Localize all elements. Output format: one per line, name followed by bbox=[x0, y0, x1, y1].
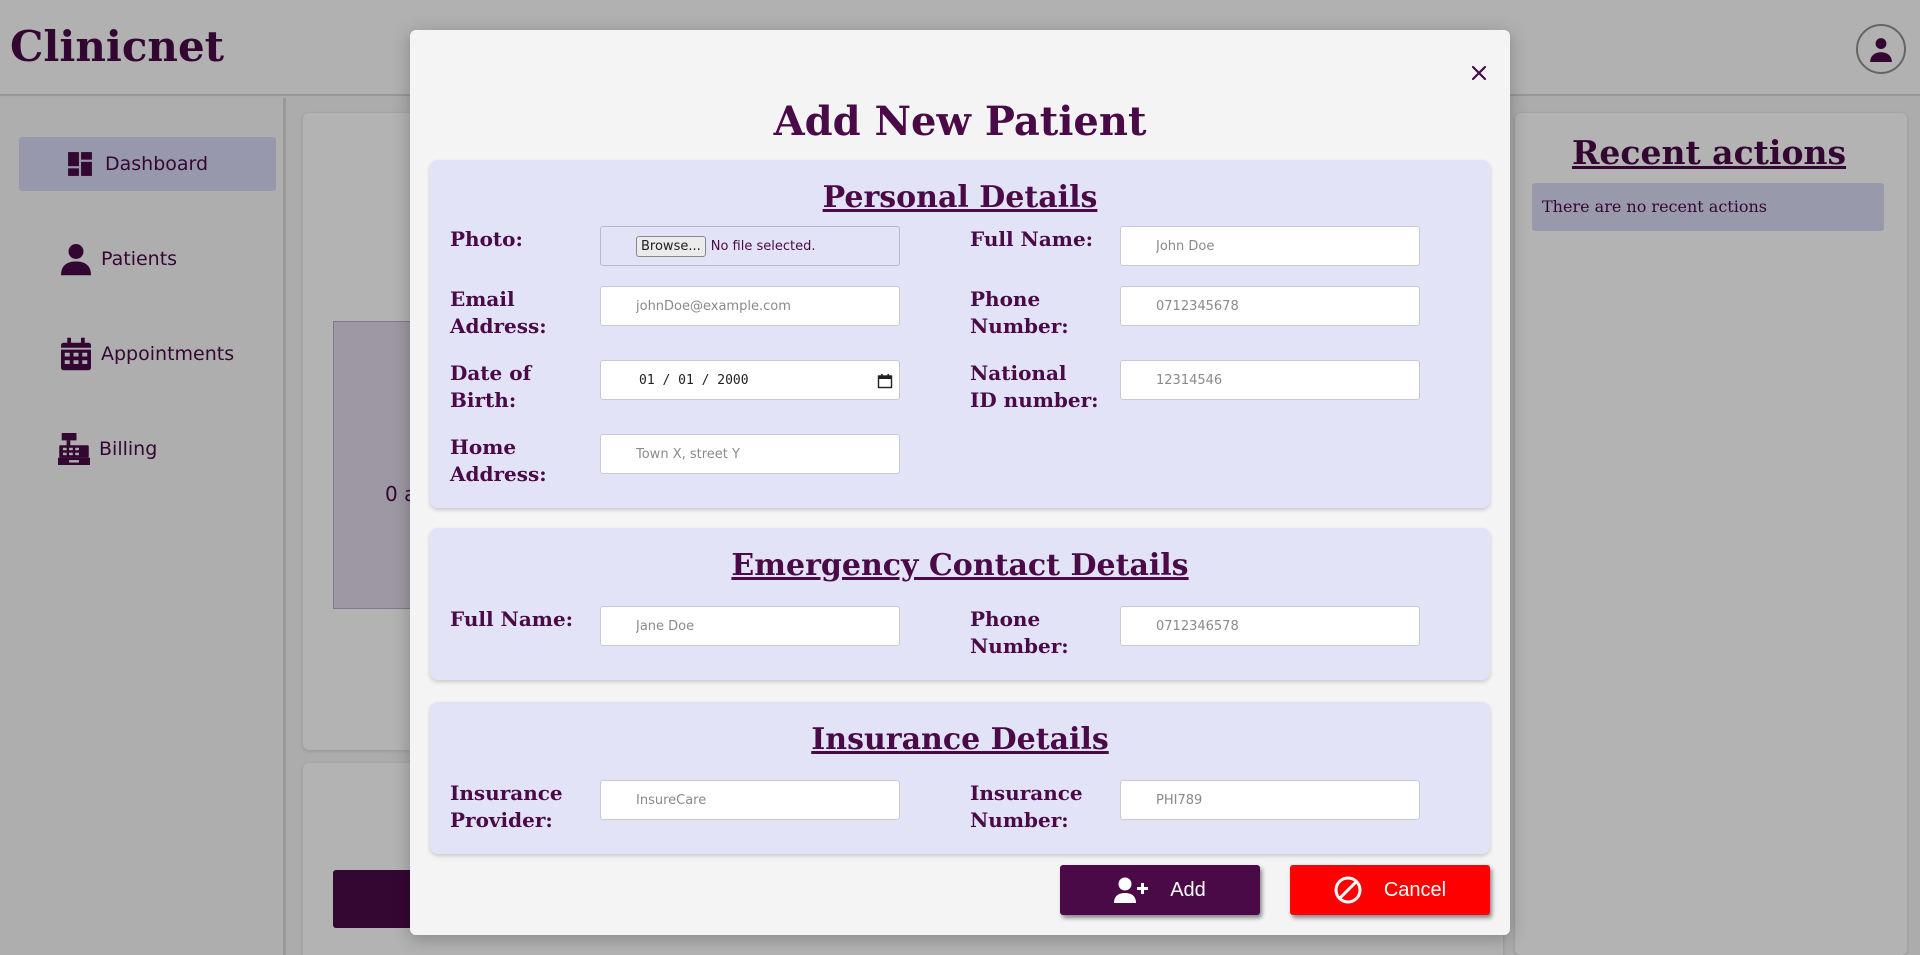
add-patient-modal: Add New Patient Personal Details Photo: … bbox=[410, 30, 1510, 935]
ban-icon bbox=[1334, 876, 1362, 904]
home-address-label: Home Address: bbox=[450, 435, 547, 486]
calendar-icon[interactable] bbox=[877, 373, 893, 389]
dob-label: Date of Birth: bbox=[450, 361, 532, 412]
add-button[interactable]: Add bbox=[1060, 865, 1260, 915]
section-title: Personal Details bbox=[822, 180, 1098, 215]
emergency-full-name-label: Full Name: bbox=[450, 607, 574, 631]
cancel-button[interactable]: Cancel bbox=[1290, 865, 1490, 915]
full-name-label: Full Name: bbox=[970, 227, 1094, 251]
photo-label: Photo: bbox=[450, 227, 523, 251]
emergency-full-name-input[interactable] bbox=[600, 606, 900, 646]
file-status: No file selected. bbox=[710, 238, 816, 254]
insurance-section: Insurance Details Insurance Provider: In… bbox=[430, 702, 1490, 854]
home-address-input[interactable] bbox=[600, 434, 900, 474]
emergency-contact-section: Emergency Contact Details Full Name: Pho… bbox=[430, 528, 1490, 680]
full-name-input[interactable] bbox=[1120, 226, 1420, 266]
insurance-provider-input[interactable] bbox=[600, 780, 900, 820]
section-title: Insurance Details bbox=[811, 722, 1109, 757]
emergency-phone-label: Phone Number: bbox=[970, 607, 1069, 658]
email-input[interactable] bbox=[600, 286, 900, 326]
add-button-label: Add bbox=[1170, 878, 1206, 901]
phone-label: Phone Number: bbox=[970, 287, 1069, 338]
national-id-label: National ID number: bbox=[970, 361, 1099, 412]
dob-value: 01 / 01 / 2000 bbox=[639, 372, 749, 388]
insurance-number-input[interactable] bbox=[1120, 780, 1420, 820]
cancel-button-label: Cancel bbox=[1383, 878, 1447, 901]
close-icon bbox=[1471, 65, 1487, 81]
email-label: Email Address: bbox=[450, 287, 547, 338]
phone-input[interactable] bbox=[1120, 286, 1420, 326]
section-title: Emergency Contact Details bbox=[731, 548, 1189, 583]
modal-title: Add New Patient bbox=[773, 98, 1147, 145]
insurance-provider-label: Insurance Provider: bbox=[450, 781, 563, 832]
personal-details-section: Personal Details Photo: Browse... No fil… bbox=[430, 160, 1490, 508]
photo-file-input[interactable]: Browse... No file selected. bbox=[600, 226, 900, 266]
insurance-number-label: Insurance Number: bbox=[970, 781, 1083, 832]
user-plus-icon bbox=[1114, 877, 1149, 903]
dob-input[interactable]: 01 / 01 / 2000 bbox=[600, 360, 900, 400]
emergency-phone-input[interactable] bbox=[1120, 606, 1420, 646]
browse-button[interactable]: Browse... bbox=[636, 235, 706, 257]
national-id-input[interactable] bbox=[1120, 360, 1420, 400]
close-button[interactable] bbox=[1466, 60, 1492, 86]
